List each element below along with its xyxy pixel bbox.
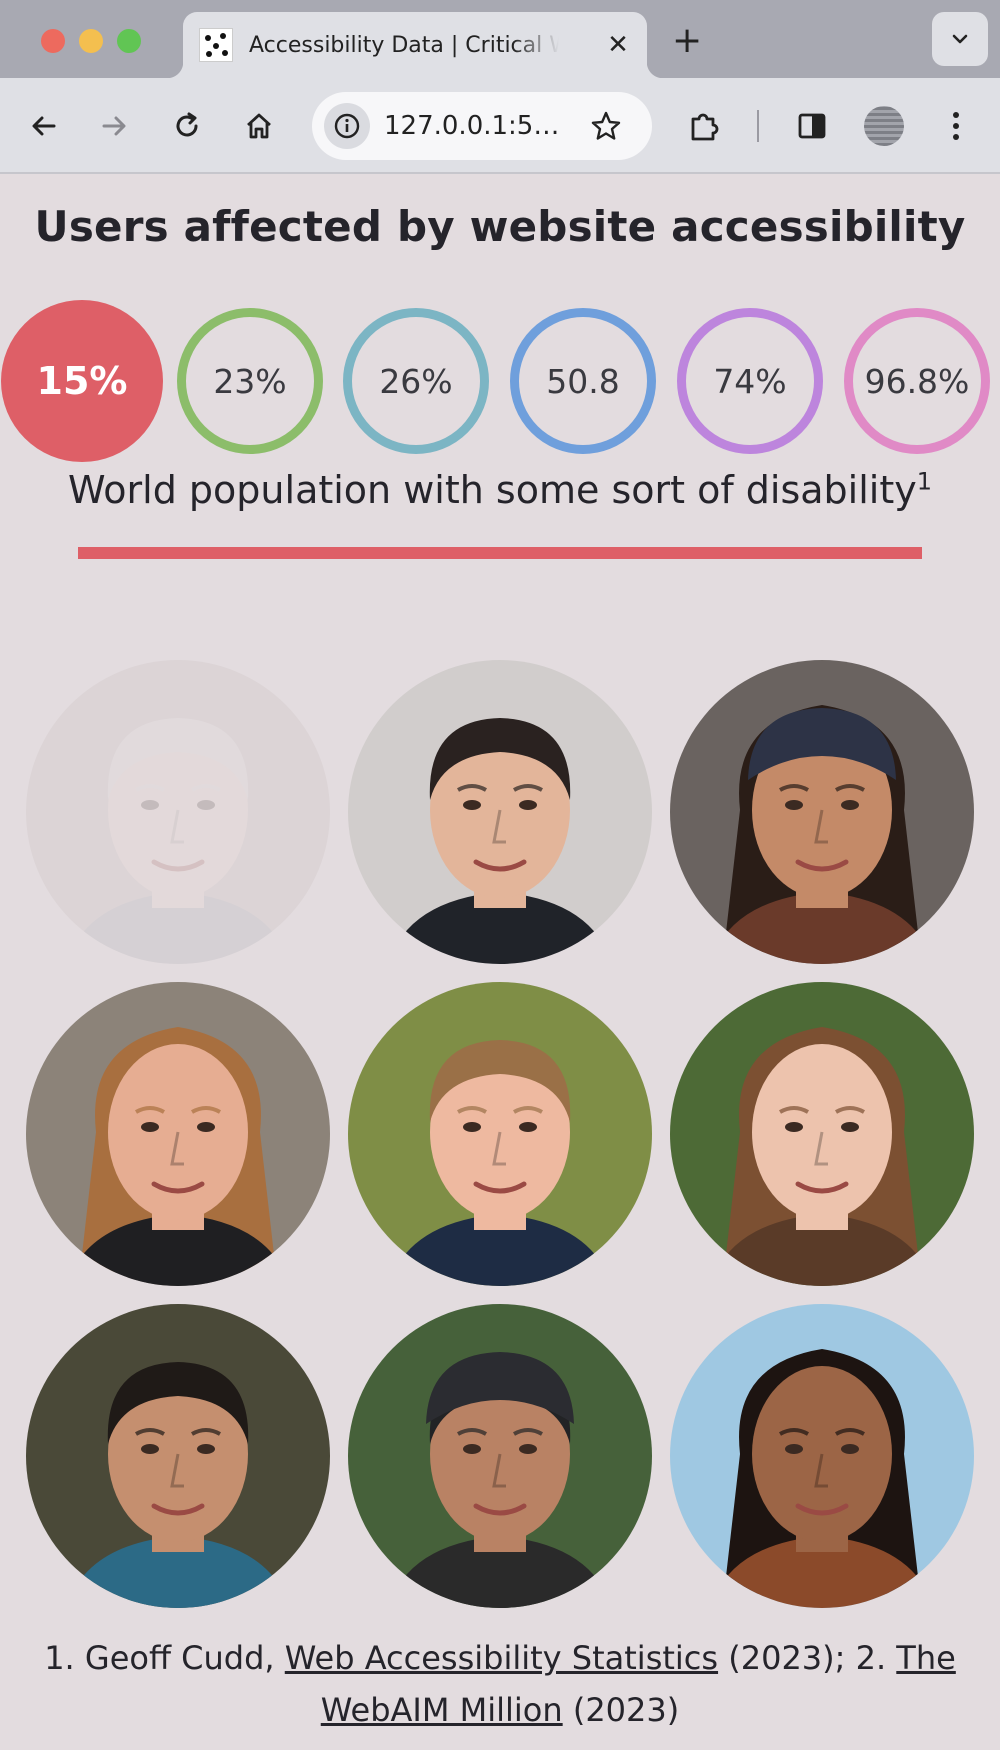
home-button[interactable] xyxy=(241,108,277,144)
extensions-button[interactable] xyxy=(686,108,722,144)
toolbar-divider xyxy=(757,110,759,142)
tab-title: Accessibility Data | Critical Web xyxy=(249,32,559,58)
link-web-accessibility-statistics[interactable]: Web Accessibility Statistics xyxy=(285,1639,718,1677)
stat-ring-2: 23% xyxy=(177,308,323,454)
favicon-icon xyxy=(199,28,233,62)
footnote-ref: 1 xyxy=(916,467,933,496)
page-title: Users affected by website accessibility xyxy=(34,202,966,251)
accent-bar xyxy=(78,547,922,559)
maximize-window-button[interactable] xyxy=(117,29,141,53)
face-photo-3 xyxy=(670,660,974,964)
stat-ring-3: 26% xyxy=(343,308,489,454)
faces-grid xyxy=(26,660,974,1608)
side-panel-button[interactable] xyxy=(794,108,830,144)
face-photo-5 xyxy=(348,982,652,1286)
page-subtitle: World population with some sort of disab… xyxy=(0,468,1000,512)
chevron-down-icon xyxy=(952,34,968,44)
info-icon xyxy=(334,113,360,139)
more-vertical-icon xyxy=(953,112,959,140)
back-button[interactable] xyxy=(26,108,62,144)
home-icon xyxy=(247,113,271,139)
minimize-window-button[interactable] xyxy=(79,29,103,53)
footnote: 1. Geoff Cudd, Web Accessibility Statist… xyxy=(0,1632,1000,1736)
browser-menu-button[interactable] xyxy=(938,108,974,144)
side-panel-icon xyxy=(798,113,826,139)
footnote-text-1: 1. Geoff Cudd, xyxy=(44,1639,285,1677)
stat-ring-4: 50.8 xyxy=(510,308,656,454)
bookmark-star-icon[interactable] xyxy=(590,110,622,142)
window-controls xyxy=(41,29,141,53)
stat-rings: 15% 23% 26% 50.8 74% 96.8% xyxy=(0,300,1000,464)
site-info-button[interactable] xyxy=(324,103,370,149)
arrow-right-icon xyxy=(102,116,126,136)
face-photo-4 xyxy=(26,982,330,1286)
face-photo-7 xyxy=(26,1304,330,1608)
footnote-text-2: (2023); 2. xyxy=(718,1639,897,1677)
stat-ring-1: 15% xyxy=(1,300,163,462)
stat-ring-6: 96.8% xyxy=(844,308,990,454)
new-tab-button[interactable]: + xyxy=(672,20,702,61)
url-text[interactable]: 127.0.0.1:55... xyxy=(384,111,574,141)
tab-bar: Accessibility Data | Critical Web ✕ + xyxy=(0,0,1000,78)
profile-avatar[interactable] xyxy=(864,106,904,146)
address-bar[interactable]: 127.0.0.1:55... xyxy=(312,92,652,160)
subtitle-text: World population with some sort of disab… xyxy=(67,468,917,512)
close-window-button[interactable] xyxy=(41,29,65,53)
stat-ring-5: 74% xyxy=(677,308,823,454)
face-photo-6 xyxy=(670,982,974,1286)
face-photo-9 xyxy=(670,1304,974,1608)
tab-search-button[interactable] xyxy=(932,12,988,66)
puzzle-icon xyxy=(691,113,719,141)
footnote-text-3: (2023) xyxy=(562,1691,680,1729)
reload-button[interactable] xyxy=(169,108,205,144)
browser-toolbar: 127.0.0.1:55... xyxy=(0,78,1000,174)
arrow-left-icon xyxy=(32,116,56,136)
forward-button[interactable] xyxy=(96,108,132,144)
face-photo-2 xyxy=(348,660,652,964)
face-photo-1 xyxy=(26,660,330,964)
browser-tab[interactable]: Accessibility Data | Critical Web ✕ xyxy=(167,12,663,78)
tab-close-icon[interactable]: ✕ xyxy=(603,30,633,60)
face-photo-8 xyxy=(348,1304,652,1608)
page-content: Users affected by website accessibility … xyxy=(0,174,1000,1748)
reload-icon xyxy=(176,112,198,137)
